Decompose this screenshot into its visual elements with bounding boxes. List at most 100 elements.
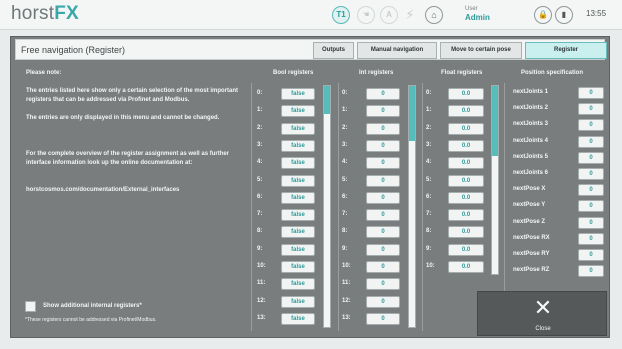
bool-register-value[interactable]: false (281, 174, 315, 187)
bool-register-row: 8: false (257, 226, 319, 239)
float-register-value[interactable]: 0.0 (448, 226, 484, 239)
float-register-value[interactable]: 0.0 (448, 88, 484, 100)
bool-register-value[interactable]: false (281, 157, 315, 170)
horstfx-logo: horstFX (11, 3, 79, 24)
position-spec-value[interactable]: 0 (578, 151, 604, 164)
bool-register-value[interactable]: false (281, 312, 315, 325)
bool-register-index: 13: (257, 314, 266, 321)
float-register-value[interactable]: 0.0 (448, 174, 484, 187)
int-scroll-thumb[interactable] (409, 86, 415, 141)
position-spec-value[interactable]: 0 (578, 103, 604, 116)
int-register-value[interactable]: 0 (366, 209, 400, 222)
float-register-value[interactable]: 0.0 (448, 243, 484, 256)
position-spec-value[interactable]: 0 (578, 135, 604, 148)
int-register-value[interactable]: 0 (366, 88, 400, 100)
position-spec-value[interactable]: 0 (578, 119, 604, 132)
document-icon[interactable]: ▮ (555, 6, 573, 24)
float-register-row: 3: 0.0 (426, 139, 490, 152)
float-register-index: 8: (426, 228, 432, 235)
hand-mode-icon[interactable]: ☚ (357, 6, 375, 24)
int-register-value[interactable]: 0 (366, 105, 400, 118)
int-register-value[interactable]: 0 (366, 122, 400, 135)
show-internal-registers-checkbox[interactable] (25, 301, 36, 312)
bool-register-index: 7: (257, 211, 263, 218)
int-register-value[interactable]: 0 (366, 261, 400, 273)
user-name[interactable]: Admin (465, 13, 490, 22)
int-register-value[interactable]: 0 (366, 278, 400, 291)
position-spec-value[interactable]: 0 (578, 216, 604, 229)
home-icon[interactable]: ⌂ (425, 6, 443, 24)
float-register-value[interactable]: 0.0 (448, 122, 484, 135)
position-spec-value[interactable]: 0 (578, 265, 604, 278)
tab-move-to-certain-pose[interactable]: Move to certain pose (440, 42, 522, 59)
bool-scrollbar[interactable] (323, 85, 331, 328)
int-register-index: 6: (342, 193, 348, 200)
power-bolt-icon[interactable]: ⚡ (401, 6, 419, 24)
float-register-value[interactable]: 0.0 (448, 157, 484, 170)
float-register-value[interactable]: 0.0 (448, 209, 484, 222)
int-register-value[interactable]: 0 (366, 191, 400, 204)
bool-register-value[interactable]: false (281, 209, 315, 222)
int-register-value[interactable]: 0 (366, 157, 400, 170)
bool-register-value[interactable]: false (281, 122, 315, 135)
tab-register[interactable]: Register (525, 42, 607, 59)
float-register-row: 0: 0.0 (426, 88, 490, 100)
position-spec-row: nextPose X 0 (513, 184, 605, 197)
float-scrollbar[interactable] (491, 85, 499, 275)
user-label: User (465, 6, 478, 12)
mode-t1-icon[interactable]: T1 (332, 6, 350, 24)
int-register-index: 11: (342, 280, 351, 287)
position-spec-value[interactable]: 0 (578, 184, 604, 197)
float-scroll-thumb[interactable] (492, 86, 498, 156)
position-spec-value[interactable]: 0 (578, 249, 604, 261)
lock-icon[interactable]: 🔒 (534, 6, 552, 24)
int-register-value[interactable]: 0 (366, 174, 400, 187)
bool-register-value[interactable]: false (281, 261, 315, 273)
int-register-value[interactable]: 0 (366, 312, 400, 325)
position-spec-value[interactable]: 0 (578, 232, 604, 245)
bool-register-index: 8: (257, 228, 263, 235)
position-spec-index: nextJoints 1 (513, 89, 549, 95)
position-spec-index: nextPose RZ (513, 267, 550, 274)
note-heading: Please note: (26, 70, 62, 76)
float-register-value[interactable]: 0.0 (448, 191, 484, 204)
bool-register-value[interactable]: false (281, 191, 315, 204)
int-register-row: 4: 0 (342, 157, 406, 170)
position-spec-value[interactable]: 0 (578, 168, 604, 180)
tab-manual-navigation[interactable]: Manual navigation (357, 42, 437, 59)
position-spec-value[interactable]: 0 (578, 87, 604, 99)
int-register-row: 5: 0 (342, 174, 406, 187)
int-register-value[interactable]: 0 (366, 139, 400, 152)
int-register-index: 9: (342, 245, 348, 252)
position-spec-index: nextJoints 6 (513, 170, 549, 176)
close-button[interactable]: ✕ Close (477, 291, 607, 336)
bool-scroll-thumb[interactable] (324, 86, 330, 114)
int-register-value[interactable]: 0 (366, 295, 400, 308)
note-paragraph-1: The entries listed here show only a cert… (26, 88, 239, 103)
register-panel: Free navigation (Register) Outputs Manua… (10, 36, 610, 338)
bool-register-value[interactable]: false (281, 295, 315, 308)
float-register-value[interactable]: 0.0 (448, 105, 484, 118)
bool-register-value[interactable]: false (281, 226, 315, 239)
int-register-row: 6: 0 (342, 191, 406, 204)
int-register-row: 2: 0 (342, 122, 406, 135)
tab-outputs[interactable]: Outputs (313, 42, 354, 59)
float-register-row: 4: 0.0 (426, 157, 490, 170)
int-register-index: 2: (342, 124, 348, 131)
int-register-row: 3: 0 (342, 139, 406, 152)
float-register-value[interactable]: 0.0 (448, 261, 484, 273)
float-register-value[interactable]: 0.0 (448, 139, 484, 152)
int-register-value[interactable]: 0 (366, 226, 400, 239)
bool-register-value[interactable]: false (281, 243, 315, 256)
bool-register-value[interactable]: false (281, 139, 315, 152)
position-spec-value[interactable]: 0 (578, 200, 604, 213)
int-register-index: 4: (342, 159, 348, 166)
int-scrollbar[interactable] (408, 85, 416, 328)
int-register-value[interactable]: 0 (366, 243, 400, 256)
bool-register-value[interactable]: false (281, 278, 315, 291)
bool-register-value[interactable]: false (281, 88, 315, 100)
bool-register-value[interactable]: false (281, 105, 315, 118)
bool-register-index: 1: (257, 107, 263, 114)
bool-register-row: 1: false (257, 105, 319, 118)
automatic-mode-icon[interactable]: A (380, 6, 398, 24)
